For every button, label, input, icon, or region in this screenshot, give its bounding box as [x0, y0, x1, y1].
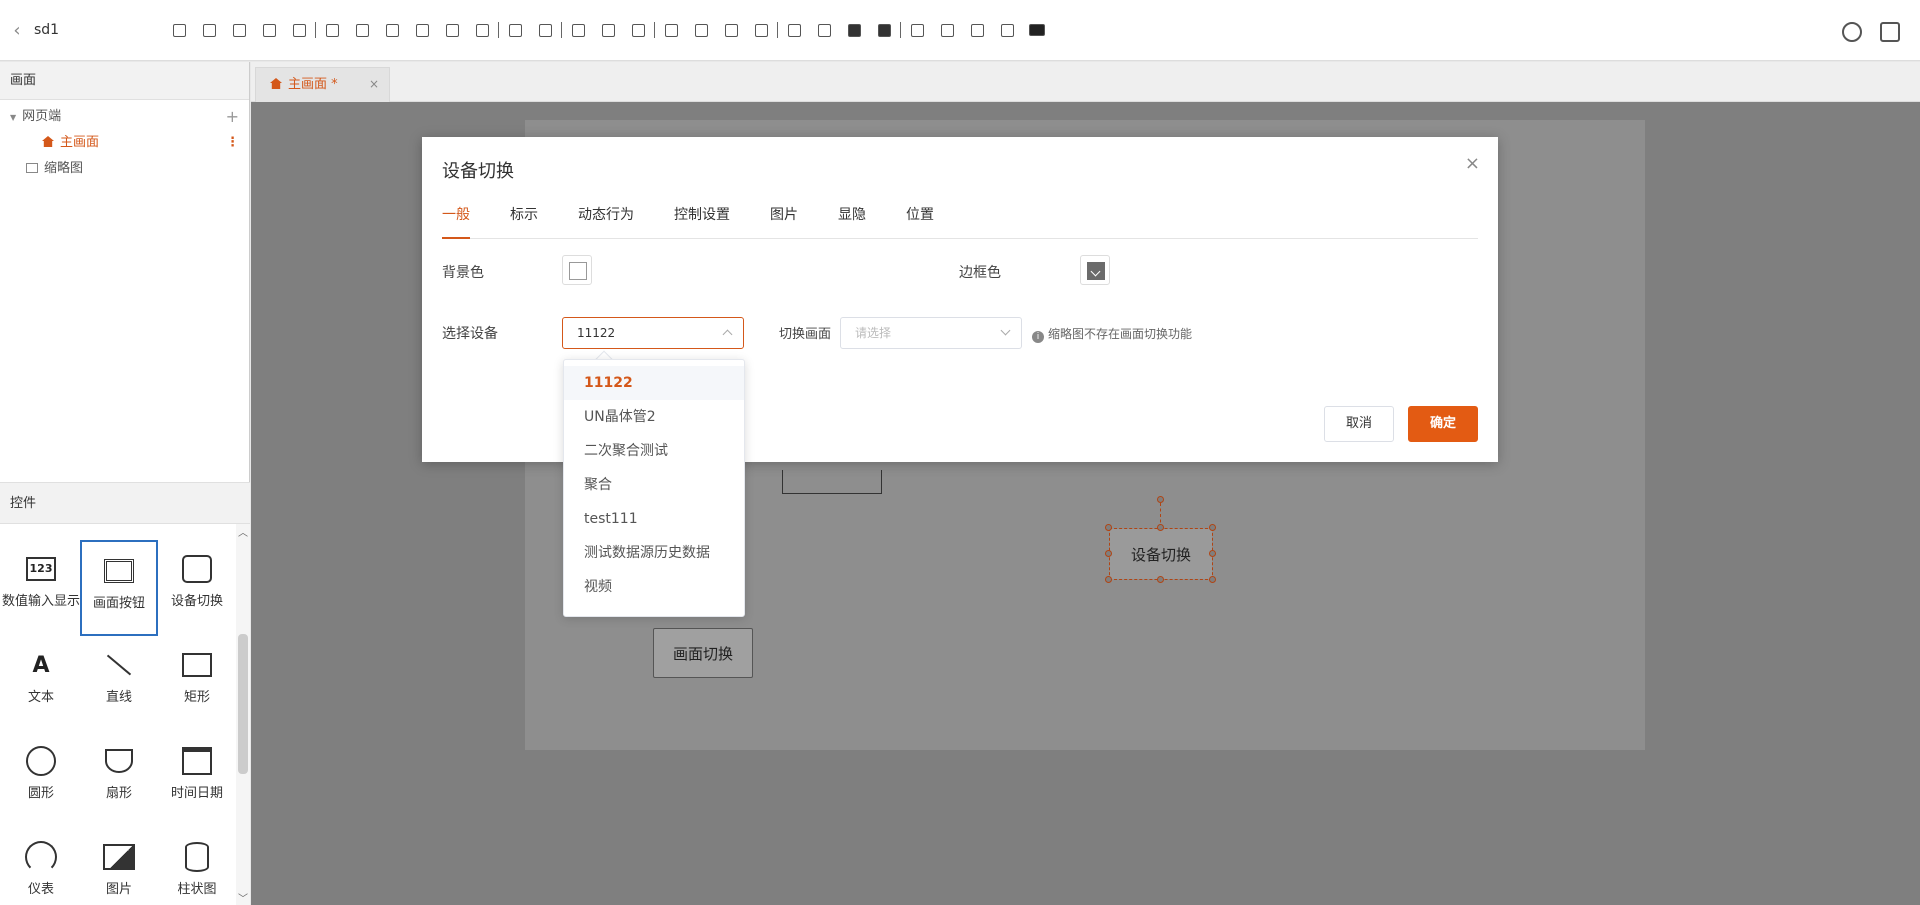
border-color-picker[interactable]	[1080, 255, 1110, 285]
dropdown-option[interactable]: UN晶体管2	[564, 400, 744, 434]
switch-screen-label: 切换画面	[779, 327, 832, 342]
switch-screen-select[interactable]: 请选择	[840, 317, 1022, 349]
chevron-down-icon	[1087, 262, 1105, 280]
tab-general[interactable]: 一般	[442, 205, 470, 239]
dropdown-list: 11122 UN晶体管2 二次聚合测试 聚合 test111 测试数据源历史数据…	[564, 360, 744, 604]
close-icon[interactable]: ×	[1465, 153, 1480, 174]
select-device-label: 选择设备	[442, 326, 498, 342]
bg-color-picker[interactable]	[562, 255, 592, 285]
tab-dynamic-behavior[interactable]: 动态行为	[578, 205, 634, 239]
dropdown-option[interactable]: 视频	[564, 570, 744, 604]
border-color-label: 边框色	[959, 265, 1001, 281]
info-icon: i	[1032, 331, 1044, 343]
info-text: 缩略图不存在画面切换功能	[1048, 327, 1193, 341]
dropdown-option[interactable]: 测试数据源历史数据	[564, 536, 744, 570]
switch-screen-placeholder: 请选择	[855, 326, 892, 340]
tab-label[interactable]: 标示	[510, 205, 538, 239]
dialog-title: 设备切换	[442, 161, 514, 182]
tab-visibility[interactable]: 显隐	[838, 205, 866, 239]
chevron-up-icon	[722, 329, 733, 340]
device-select[interactable]: 11122	[562, 317, 744, 349]
tab-control-settings[interactable]: 控制设置	[674, 205, 730, 239]
device-select-value: 11122	[577, 326, 616, 340]
color-swatch	[569, 262, 587, 280]
bg-color-label: 背景色	[442, 265, 484, 281]
dropdown-option[interactable]: 11122	[564, 366, 744, 400]
tab-image[interactable]: 图片	[770, 205, 798, 239]
dialog-tabs: 一般 标示 动态行为 控制设置 图片 显隐 位置	[442, 205, 1478, 239]
dropdown-option[interactable]: test111	[564, 502, 744, 536]
tab-position[interactable]: 位置	[906, 205, 934, 239]
info-note: i 缩略图不存在画面切换功能	[1032, 325, 1192, 343]
device-dropdown: 11122 UN晶体管2 二次聚合测试 聚合 test111 测试数据源历史数据…	[563, 359, 745, 617]
cancel-button[interactable]: 取消	[1324, 406, 1394, 442]
chevron-down-icon	[1000, 325, 1011, 336]
dropdown-option[interactable]: 聚合	[564, 468, 744, 502]
ok-button[interactable]: 确定	[1408, 406, 1478, 442]
dropdown-option[interactable]: 二次聚合测试	[564, 434, 744, 468]
